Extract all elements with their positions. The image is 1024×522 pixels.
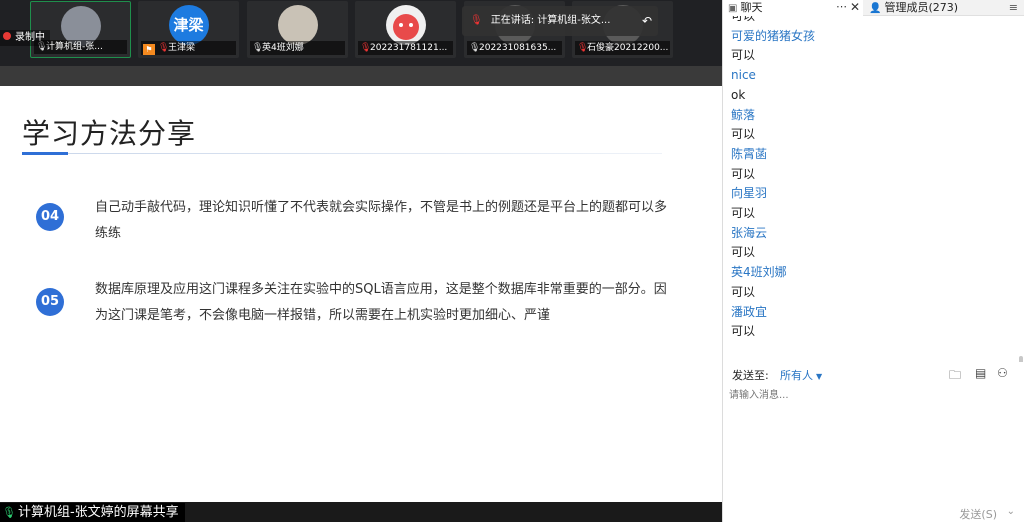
chat-input[interactable] xyxy=(729,386,1019,496)
send-to-label: 发送至: xyxy=(732,369,769,382)
participant-name-bar: 🎙石俊豪20212200... xyxy=(575,41,670,55)
chat-message-text: ok xyxy=(731,87,746,102)
speaking-label: 正在讲话: 计算机组-张文... xyxy=(490,15,611,26)
avatar xyxy=(385,5,426,45)
back-arrow-icon[interactable]: ↶ xyxy=(642,6,652,36)
chat-panel: ▣ 聊天 ⋯ ✕ 👤 管理成员(273) ≡ 可以 可爱的猪猪女孩 可以 nice ok 鲸落… xyxy=(722,0,1024,522)
avatar-icon xyxy=(392,14,419,40)
screen-share-text: 计算机组-张文婷的屏幕共享 xyxy=(17,505,179,520)
point-text: 数据库原理及应用这门课程多关注在实验中的SQL语言应用，这是整个数据库非常重要的… xyxy=(95,282,667,323)
mic-muted-icon: 🎙 xyxy=(158,43,170,53)
chat-compose-area: 发送至: 所有人▼ 🗀 ▤ ⚇ 发送(S) ⌄ xyxy=(723,362,1024,522)
participant-tile[interactable]: 津梁 ⚑ 🎙王津梁 xyxy=(138,1,239,58)
mic-icon: 🎙 xyxy=(252,43,264,53)
chat-sender-name[interactable]: nice xyxy=(731,67,756,83)
chat-sender-name[interactable]: 鲸落 xyxy=(731,107,755,123)
participant-name: 计算机组-张... xyxy=(46,42,103,52)
mic-muted-icon: 🎙 xyxy=(360,43,372,53)
chat-sender-name[interactable]: 向星羽 xyxy=(731,185,767,201)
recording-dot-icon xyxy=(3,32,11,40)
tab-members-label: 管理成员(273) xyxy=(884,1,959,14)
chat-message-text: 可以 xyxy=(731,127,756,142)
mic-muted-icon: 🎙 xyxy=(577,43,589,53)
participant-name: 202231781121... xyxy=(370,43,448,53)
chat-sender-name[interactable]: 可爱的猪猪女孩 xyxy=(731,28,815,44)
mic-icon: 🎙 xyxy=(2,506,16,519)
speaking-indicator: 🎙 正在讲话: 计算机组-张文... ↶ xyxy=(462,6,658,36)
point-number-badge: 04 xyxy=(36,203,64,231)
avatar xyxy=(277,5,318,45)
tab-chat-label: 聊天 xyxy=(740,1,763,14)
chat-sender-name[interactable]: 潘政宜 xyxy=(731,304,767,320)
avatar-text: 津梁 xyxy=(173,16,204,34)
participant-tile[interactable]: 🎙英4班刘娜 xyxy=(247,1,348,58)
chat-sender-name[interactable]: 张海云 xyxy=(731,225,767,241)
panel-tabs: ▣ 聊天 ⋯ ✕ 👤 管理成员(273) ≡ xyxy=(723,0,1024,16)
menu-icon[interactable]: ≡ xyxy=(1009,0,1018,15)
chat-message-text: 可以 xyxy=(731,16,756,23)
more-icon[interactable]: ⋯ xyxy=(836,0,847,14)
title-divider xyxy=(22,153,662,154)
chat-message-list[interactable]: 可以 可爱的猪猪女孩 可以 nice ok 鲸落 可以 陈霄菡 可以 向星羽 可以 张海云 可以 英4班刘… xyxy=(723,16,1024,362)
point-text: 自己动手敲代码，理论知识听懂了不代表就会实际操作，不管是书上的例题还是平台上的题… xyxy=(95,200,668,241)
toolbar-band xyxy=(0,66,722,86)
clipboard-icon[interactable]: ▤ xyxy=(975,366,986,380)
send-options-chevron-icon[interactable]: ⌄ xyxy=(1007,506,1015,517)
chat-message-text: 可以 xyxy=(731,166,756,181)
recipient-dropdown[interactable]: 所有人 ▼ xyxy=(780,367,822,383)
participant-name: 202231081635... xyxy=(479,43,557,53)
participant-name-bar: 🎙202231081635... xyxy=(467,41,562,55)
user-icon[interactable]: ⚇ xyxy=(997,366,1008,380)
chat-message-text: 可以 xyxy=(731,245,756,260)
tab-chat[interactable]: ▣ 聊天 ⋯ ✕ xyxy=(723,0,863,16)
screen-share-label: 🎙 计算机组-张文婷的屏幕共享 xyxy=(0,503,185,522)
shared-slide: 学习方法分享 04 自己动手敲代码，理论知识听懂了不代表就会实际操作，不管是书上… xyxy=(0,86,722,502)
chat-message-text: 可以 xyxy=(731,206,756,220)
folder-icon[interactable]: 🗀 xyxy=(949,366,961,387)
chat-sender-name[interactable]: 陈霄菡 xyxy=(731,146,767,162)
tab-members[interactable]: 👤 管理成员(273) xyxy=(865,0,958,16)
chat-icon: ▣ xyxy=(728,3,738,14)
recipient-label: 所有人 xyxy=(780,369,813,382)
close-icon[interactable]: ✕ xyxy=(850,0,860,15)
participant-tile[interactable]: 🎙202231781121... xyxy=(355,1,456,58)
recording-indicator[interactable]: 录制中 xyxy=(0,30,50,46)
participant-name-bar: 🎙202231781121... xyxy=(358,41,453,55)
chat-sender-name[interactable]: 英4班刘娜 xyxy=(731,264,787,280)
participant-name-bar: ⚑ 🎙王津梁 xyxy=(141,41,236,55)
title-accent-bar xyxy=(22,152,68,155)
slide-title: 学习方法分享 xyxy=(22,117,197,150)
participant-name-bar: 🎙英4班刘娜 xyxy=(250,41,345,55)
mic-icon: 🎙 xyxy=(469,43,481,53)
recording-label: 录制中 xyxy=(15,32,45,43)
avatar: 津梁 xyxy=(168,5,209,45)
send-button[interactable]: 发送(S) xyxy=(959,506,997,522)
chat-message-text: 可以 xyxy=(731,284,756,299)
members-icon: 👤 xyxy=(869,3,882,14)
point-number-badge: 05 xyxy=(36,288,64,316)
participant-name: 王津梁 xyxy=(168,43,196,53)
host-badge-icon: ⚑ xyxy=(143,44,155,55)
mic-muted-icon: 🎙 xyxy=(470,15,483,26)
chevron-down-icon: ▼ xyxy=(816,372,823,381)
participant-name: 英4班刘娜 xyxy=(262,43,304,53)
chat-message-text: 可以 xyxy=(731,324,756,339)
participant-name: 石俊豪20212200... xyxy=(587,43,669,53)
chat-message-text: 可以 xyxy=(731,48,756,63)
meeting-area: 🎙计算机组-张... 津梁 ⚑ 🎙王津梁 🎙英4班刘娜 🎙202231781121... 🎙… xyxy=(0,0,722,522)
